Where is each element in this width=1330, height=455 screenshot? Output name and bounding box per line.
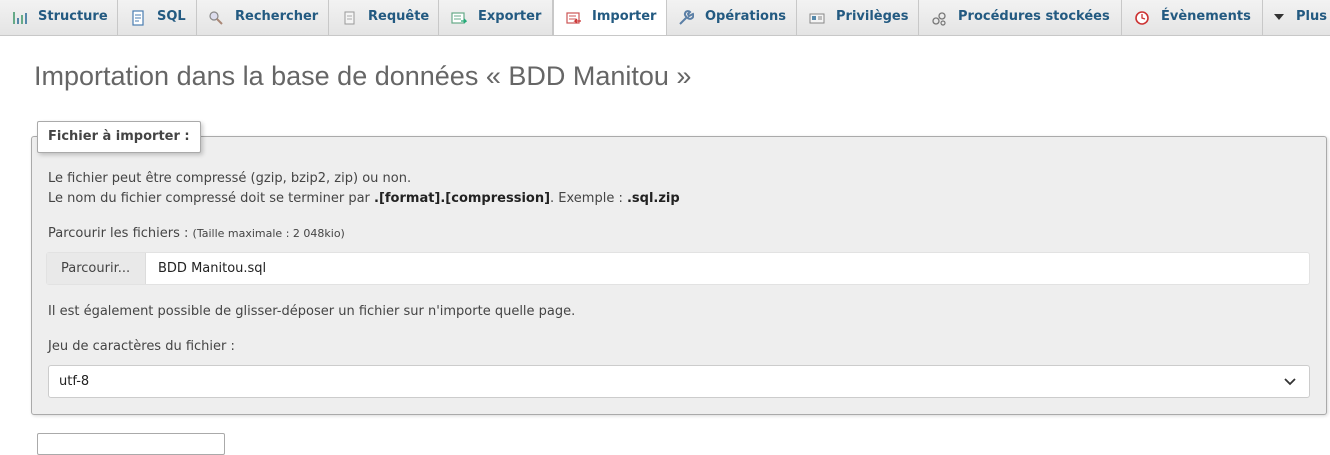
events-icon xyxy=(1135,11,1149,25)
wrench-icon xyxy=(679,10,694,25)
fieldset-legend: Fichier à importer : xyxy=(37,121,201,153)
format-info-prefix: Le nom du fichier compressé doit se term… xyxy=(48,191,375,206)
format-example: .sql.zip xyxy=(626,191,680,206)
drag-drop-hint: Il est également possible de glisser-dép… xyxy=(48,304,576,319)
format-info-middle: . Exemple : xyxy=(550,191,627,206)
tab-sql[interactable]: SQL xyxy=(118,0,197,35)
tab-rechercher[interactable]: Rechercher xyxy=(197,0,329,35)
chevron-down-icon xyxy=(1284,378,1296,386)
charset-label: Jeu de caractères du fichier : xyxy=(48,339,235,354)
caret-down-icon xyxy=(1274,14,1284,20)
max-size-note: (Taille maximale : 2 048kio) xyxy=(192,227,345,240)
tab-requete[interactable]: Requête xyxy=(329,0,439,35)
privileges-icon xyxy=(809,13,825,24)
export-icon xyxy=(451,12,467,24)
filename-format-info: Le nom du fichier compressé doit se term… xyxy=(48,191,680,206)
structure-icon xyxy=(13,12,27,24)
file-input[interactable]: Parcourir... BDD Manitou.sql xyxy=(46,252,1310,285)
tab-plus[interactable]: Plus xyxy=(1263,0,1330,35)
tab-importer[interactable]: Importer xyxy=(553,0,667,35)
browse-label-text: Parcourir les fichiers : xyxy=(48,226,193,241)
tab-procedures-stockees[interactable]: Procédures stockées xyxy=(919,0,1122,35)
browse-files-label: Parcourir les fichiers : (Taille maximal… xyxy=(48,226,345,241)
charset-value: utf-8 xyxy=(59,374,90,389)
tab-operations[interactable]: Opérations xyxy=(667,0,797,35)
sql-icon xyxy=(132,10,144,26)
charset-select[interactable]: utf-8 xyxy=(48,365,1310,398)
compression-info: Le fichier peut être compressé (gzip, bz… xyxy=(48,171,412,186)
tab-exporter[interactable]: Exporter xyxy=(439,0,553,35)
browse-button[interactable]: Parcourir... xyxy=(47,253,146,284)
routines-icon xyxy=(932,12,946,26)
top-tab-bar: Structure SQL Rechercher Requête Exporte… xyxy=(0,0,1330,36)
page-title: Importation dans la base de données « BD… xyxy=(34,61,692,91)
tab-structure[interactable]: Structure xyxy=(0,0,118,35)
tab-privileges[interactable]: Privilèges xyxy=(797,0,919,35)
search-icon xyxy=(209,11,223,25)
query-icon xyxy=(344,11,355,25)
tab-evenements[interactable]: Évènements xyxy=(1122,0,1263,35)
selected-file-name: BDD Manitou.sql xyxy=(158,261,267,276)
next-fieldset-legend xyxy=(37,433,225,455)
import-icon xyxy=(566,12,581,24)
format-pattern: .[format].[compression] xyxy=(374,191,551,206)
